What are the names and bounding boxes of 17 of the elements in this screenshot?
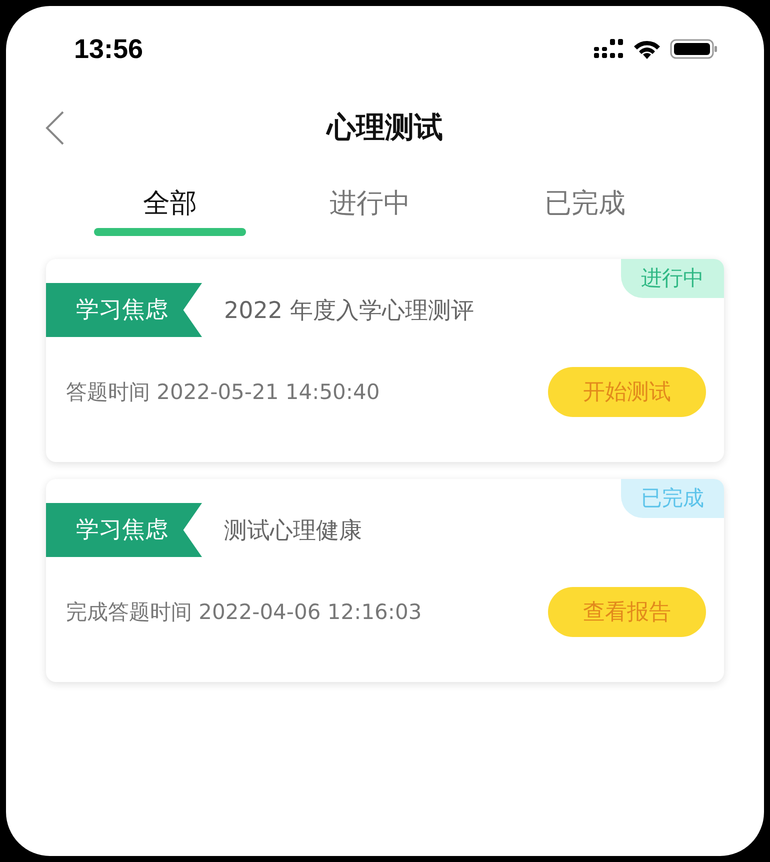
status-badge: 已完成 xyxy=(621,479,724,518)
answer-time: 完成答题时间 2022-04-06 12:16:03 xyxy=(66,599,422,626)
status-time: 13:56 xyxy=(74,34,144,64)
back-button[interactable] xyxy=(44,110,66,146)
answer-time: 答题时间 2022-05-21 14:50:40 xyxy=(66,379,380,406)
category-ribbon: 学习焦虑 xyxy=(46,503,202,557)
signal-icon xyxy=(594,39,624,59)
page-title: 心理测试 xyxy=(327,109,443,146)
test-title: 2022 年度入学心理测评 xyxy=(224,296,474,326)
test-title: 测试心理健康 xyxy=(224,516,362,546)
tab[interactable]: 已完成 xyxy=(470,172,700,242)
status-badge: 进行中 xyxy=(621,259,724,298)
category-ribbon: 学习焦虑 xyxy=(46,283,202,337)
wifi-icon xyxy=(634,40,660,58)
tab[interactable]: 全部 xyxy=(70,172,270,242)
battery-icon xyxy=(670,38,718,60)
tab[interactable]: 进行中 xyxy=(270,172,470,242)
